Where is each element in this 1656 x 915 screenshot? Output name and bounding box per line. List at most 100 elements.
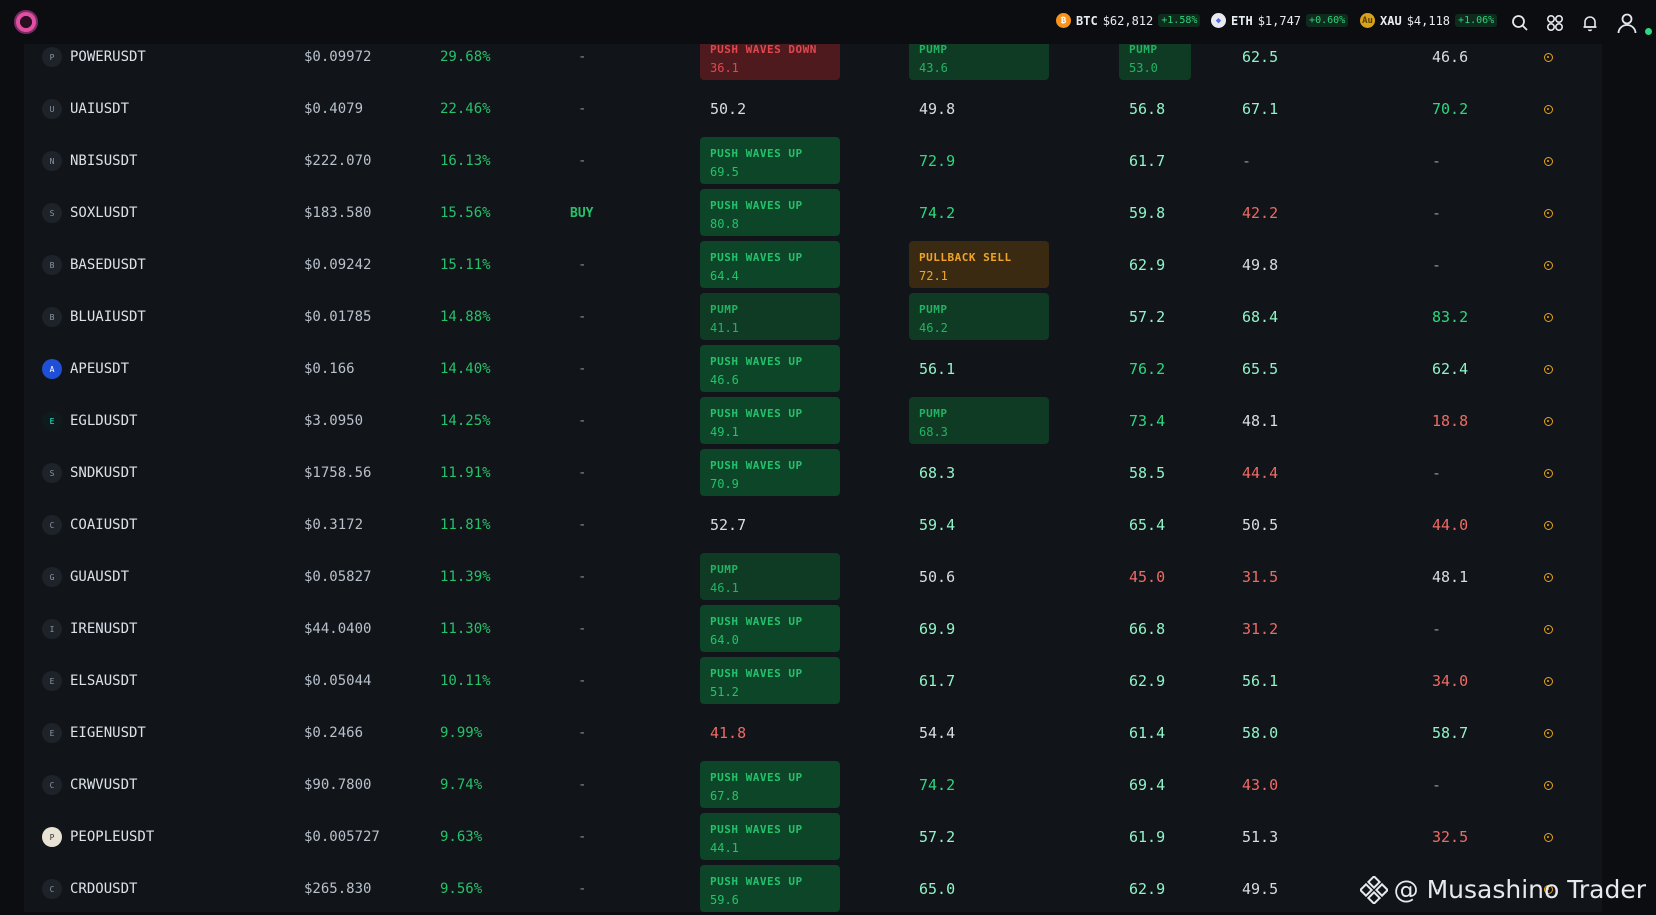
people-icon: P [42,827,62,847]
table-row[interactable]: G GUAUSDT $0.05827 11.39% - PUMP 46.1 50.6 45.0 3… [24,551,1602,603]
watch-icon [1544,676,1553,686]
ticker-price: $4,118 [1406,13,1451,28]
change-cell: 14.88% [440,309,491,325]
price-cell: $0.3172 [304,517,364,533]
symbol-cell[interactable]: U UAIUSDT [42,83,129,135]
watchlist-toggle[interactable] [1544,187,1553,239]
coin-initial-icon: E [42,671,62,691]
watchlist-toggle[interactable] [1544,291,1553,343]
signal-cell: - [578,517,587,533]
watchlist-toggle[interactable] [1544,655,1553,707]
table-row[interactable]: E ELSAUSDT $0.05044 10.11% - PUSH WAVES UP 51.… [24,655,1602,707]
watchlist-toggle[interactable] [1544,395,1553,447]
signal-badge-up[interactable]: PUSH WAVES UP 80.8 [700,189,840,236]
signal-badge-up[interactable]: PUSH WAVES UP 67.8 [700,761,840,808]
watchlist-toggle[interactable] [1544,707,1553,759]
indicator-value: 67.1 [1242,100,1279,118]
ticker-btc[interactable]: ₿ BTC $62,812 +1.58% [1056,13,1201,28]
watchlist-toggle[interactable] [1544,447,1553,499]
indicator-value: 68.4 [1242,308,1279,326]
symbol-cell[interactable]: N NBISUSDT [42,135,137,187]
ticker-price: $1,747 [1257,13,1302,28]
indicator-value: 61.4 [1129,724,1166,742]
symbol-cell[interactable]: B BASEDUSDT [42,239,146,291]
symbol-cell[interactable]: A APEUSDT [42,343,129,395]
symbol-cell[interactable]: B BLUAIUSDT [42,291,146,343]
symbol-cell[interactable]: S SOXLUSDT [42,187,137,239]
watchlist-toggle[interactable] [1544,343,1553,395]
badge-label: PUMP [710,303,739,316]
indicator-value: 56.1 [919,360,956,378]
ticker-xau[interactable]: Au XAU $4,118 +1.06% [1360,13,1498,28]
ticker-symbol: XAU [1380,13,1402,28]
signal-badge-up[interactable]: PUSH WAVES UP 69.5 [700,137,840,184]
symbol-cell[interactable]: G GUAUSDT [42,551,129,603]
table-row[interactable]: C COAIUSDT $0.3172 11.81% - 52.7 59.4 65.4 50.5 4… [24,499,1602,551]
bell-icon[interactable] [1581,14,1599,32]
indicator-value: 65.5 [1242,360,1279,378]
table-row[interactable]: B BLUAIUSDT $0.01785 14.88% - PUMP 41.1 PUMP 46.… [24,291,1602,343]
signal-badge-up[interactable]: PUSH WAVES UP 44.1 [700,813,840,860]
symbol-cell[interactable]: E EIGENUSDT [42,707,146,759]
user-avatar-icon[interactable] [1616,12,1638,34]
watchlist-toggle[interactable] [1544,811,1553,863]
ticker-eth[interactable]: ◆ ETH $1,747 +0.60% [1211,13,1349,28]
logo-icon[interactable] [14,10,38,34]
table-row[interactable]: U UAIUSDT $0.4079 22.46% - 50.2 49.8 56.8 67.1 70… [24,83,1602,135]
signal-badge-pump[interactable]: PUMP 41.1 [700,293,840,340]
table-row[interactable]: N NBISUSDT $222.070 16.13% - PUSH WAVES UP 69.… [24,135,1602,187]
table-row[interactable]: E EGLDUSDT $3.0950 14.25% - PUSH WAVES UP 49.1… [24,395,1602,447]
watchlist-toggle[interactable] [1544,551,1553,603]
signal-badge-up[interactable]: PUSH WAVES UP 51.2 [700,657,840,704]
signal-badge-up[interactable]: PUSH WAVES UP 49.1 [700,397,840,444]
table-row[interactable]: S SNDKUSDT $1758.56 11.91% - PUSH WAVES UP 70.… [24,447,1602,499]
watchlist-toggle[interactable] [1544,759,1553,811]
coin-initial-icon: E [42,723,62,743]
watchlist-toggle[interactable] [1544,83,1553,135]
signal-badge-up[interactable]: PUSH WAVES UP 46.6 [700,345,840,392]
signal-badge-up[interactable]: PUSH WAVES UP 64.0 [700,605,840,652]
signal-cell: - [578,725,587,741]
symbol-cell[interactable]: E EGLDUSDT [42,395,137,447]
table-row[interactable]: P PEOPLEUSDT $0.005727 9.63% - PUSH WAVES UP 4… [24,811,1602,863]
symbol-cell[interactable]: E ELSAUSDT [42,655,137,707]
symbol-cell[interactable]: C CRDOUSDT [42,863,137,915]
watchlist-toggle[interactable] [1544,499,1553,551]
indicator-value: 50.5 [1242,516,1279,534]
symbol-name: BLUAIUSDT [70,309,146,325]
badge-label: PUMP [919,407,948,420]
indicator-value: - [1432,204,1442,222]
signal-badge-pump[interactable]: PUMP 46.1 [700,553,840,600]
signal-badge-sell[interactable]: PULLBACK SELL 72.1 [909,241,1049,288]
symbol-cell[interactable]: I IRENUSDT [42,603,137,655]
indicator-value: 49.8 [1242,256,1279,274]
ticker-change: +0.60% [1306,14,1349,27]
symbol-cell[interactable]: P PEOPLEUSDT [42,811,154,863]
watchlist-toggle[interactable] [1544,603,1553,655]
signal-badge-pump[interactable]: PUMP 46.2 [909,293,1049,340]
search-icon[interactable] [1511,14,1529,32]
indicator-value: 57.2 [919,828,956,846]
coin-initial-icon: C [42,775,62,795]
change-cell: 14.40% [440,361,491,377]
watchlist-toggle[interactable] [1544,135,1553,187]
indicator-value: 34.0 [1432,672,1469,690]
signal-badge-up[interactable]: PUSH WAVES UP 70.9 [700,449,840,496]
watchlist-toggle[interactable] [1544,239,1553,291]
table-row[interactable]: I IRENUSDT $44.0400 11.30% - PUSH WAVES UP 64.… [24,603,1602,655]
indicator-value: 58.7 [1432,724,1469,742]
symbol-cell[interactable]: C CRWVUSDT [42,759,137,811]
signal-badge-pump[interactable]: PUMP 68.3 [909,397,1049,444]
indicator-value: 62.9 [1129,672,1166,690]
table-row[interactable]: S SOXLUSDT $183.580 15.56% BUY PUSH WAVES UP 8… [24,187,1602,239]
table-row[interactable]: C CRWVUSDT $90.7800 9.74% - PUSH WAVES UP 67.8… [24,759,1602,811]
apps-grid-icon[interactable] [1546,14,1564,32]
table-row[interactable]: E EIGENUSDT $0.2466 9.99% - 41.8 54.4 61.4 58.0 5… [24,707,1602,759]
indicator-value: 74.2 [919,776,956,794]
table-row[interactable]: B BASEDUSDT $0.09242 15.11% - PUSH WAVES UP 64… [24,239,1602,291]
table-row[interactable]: A APEUSDT $0.166 14.40% - PUSH WAVES UP 46.6 56… [24,343,1602,395]
symbol-cell[interactable]: C COAIUSDT [42,499,137,551]
signal-badge-up[interactable]: PUSH WAVES UP 64.4 [700,241,840,288]
signal-badge-up[interactable]: PUSH WAVES UP 59.6 [700,865,840,912]
symbol-cell[interactable]: S SNDKUSDT [42,447,137,499]
